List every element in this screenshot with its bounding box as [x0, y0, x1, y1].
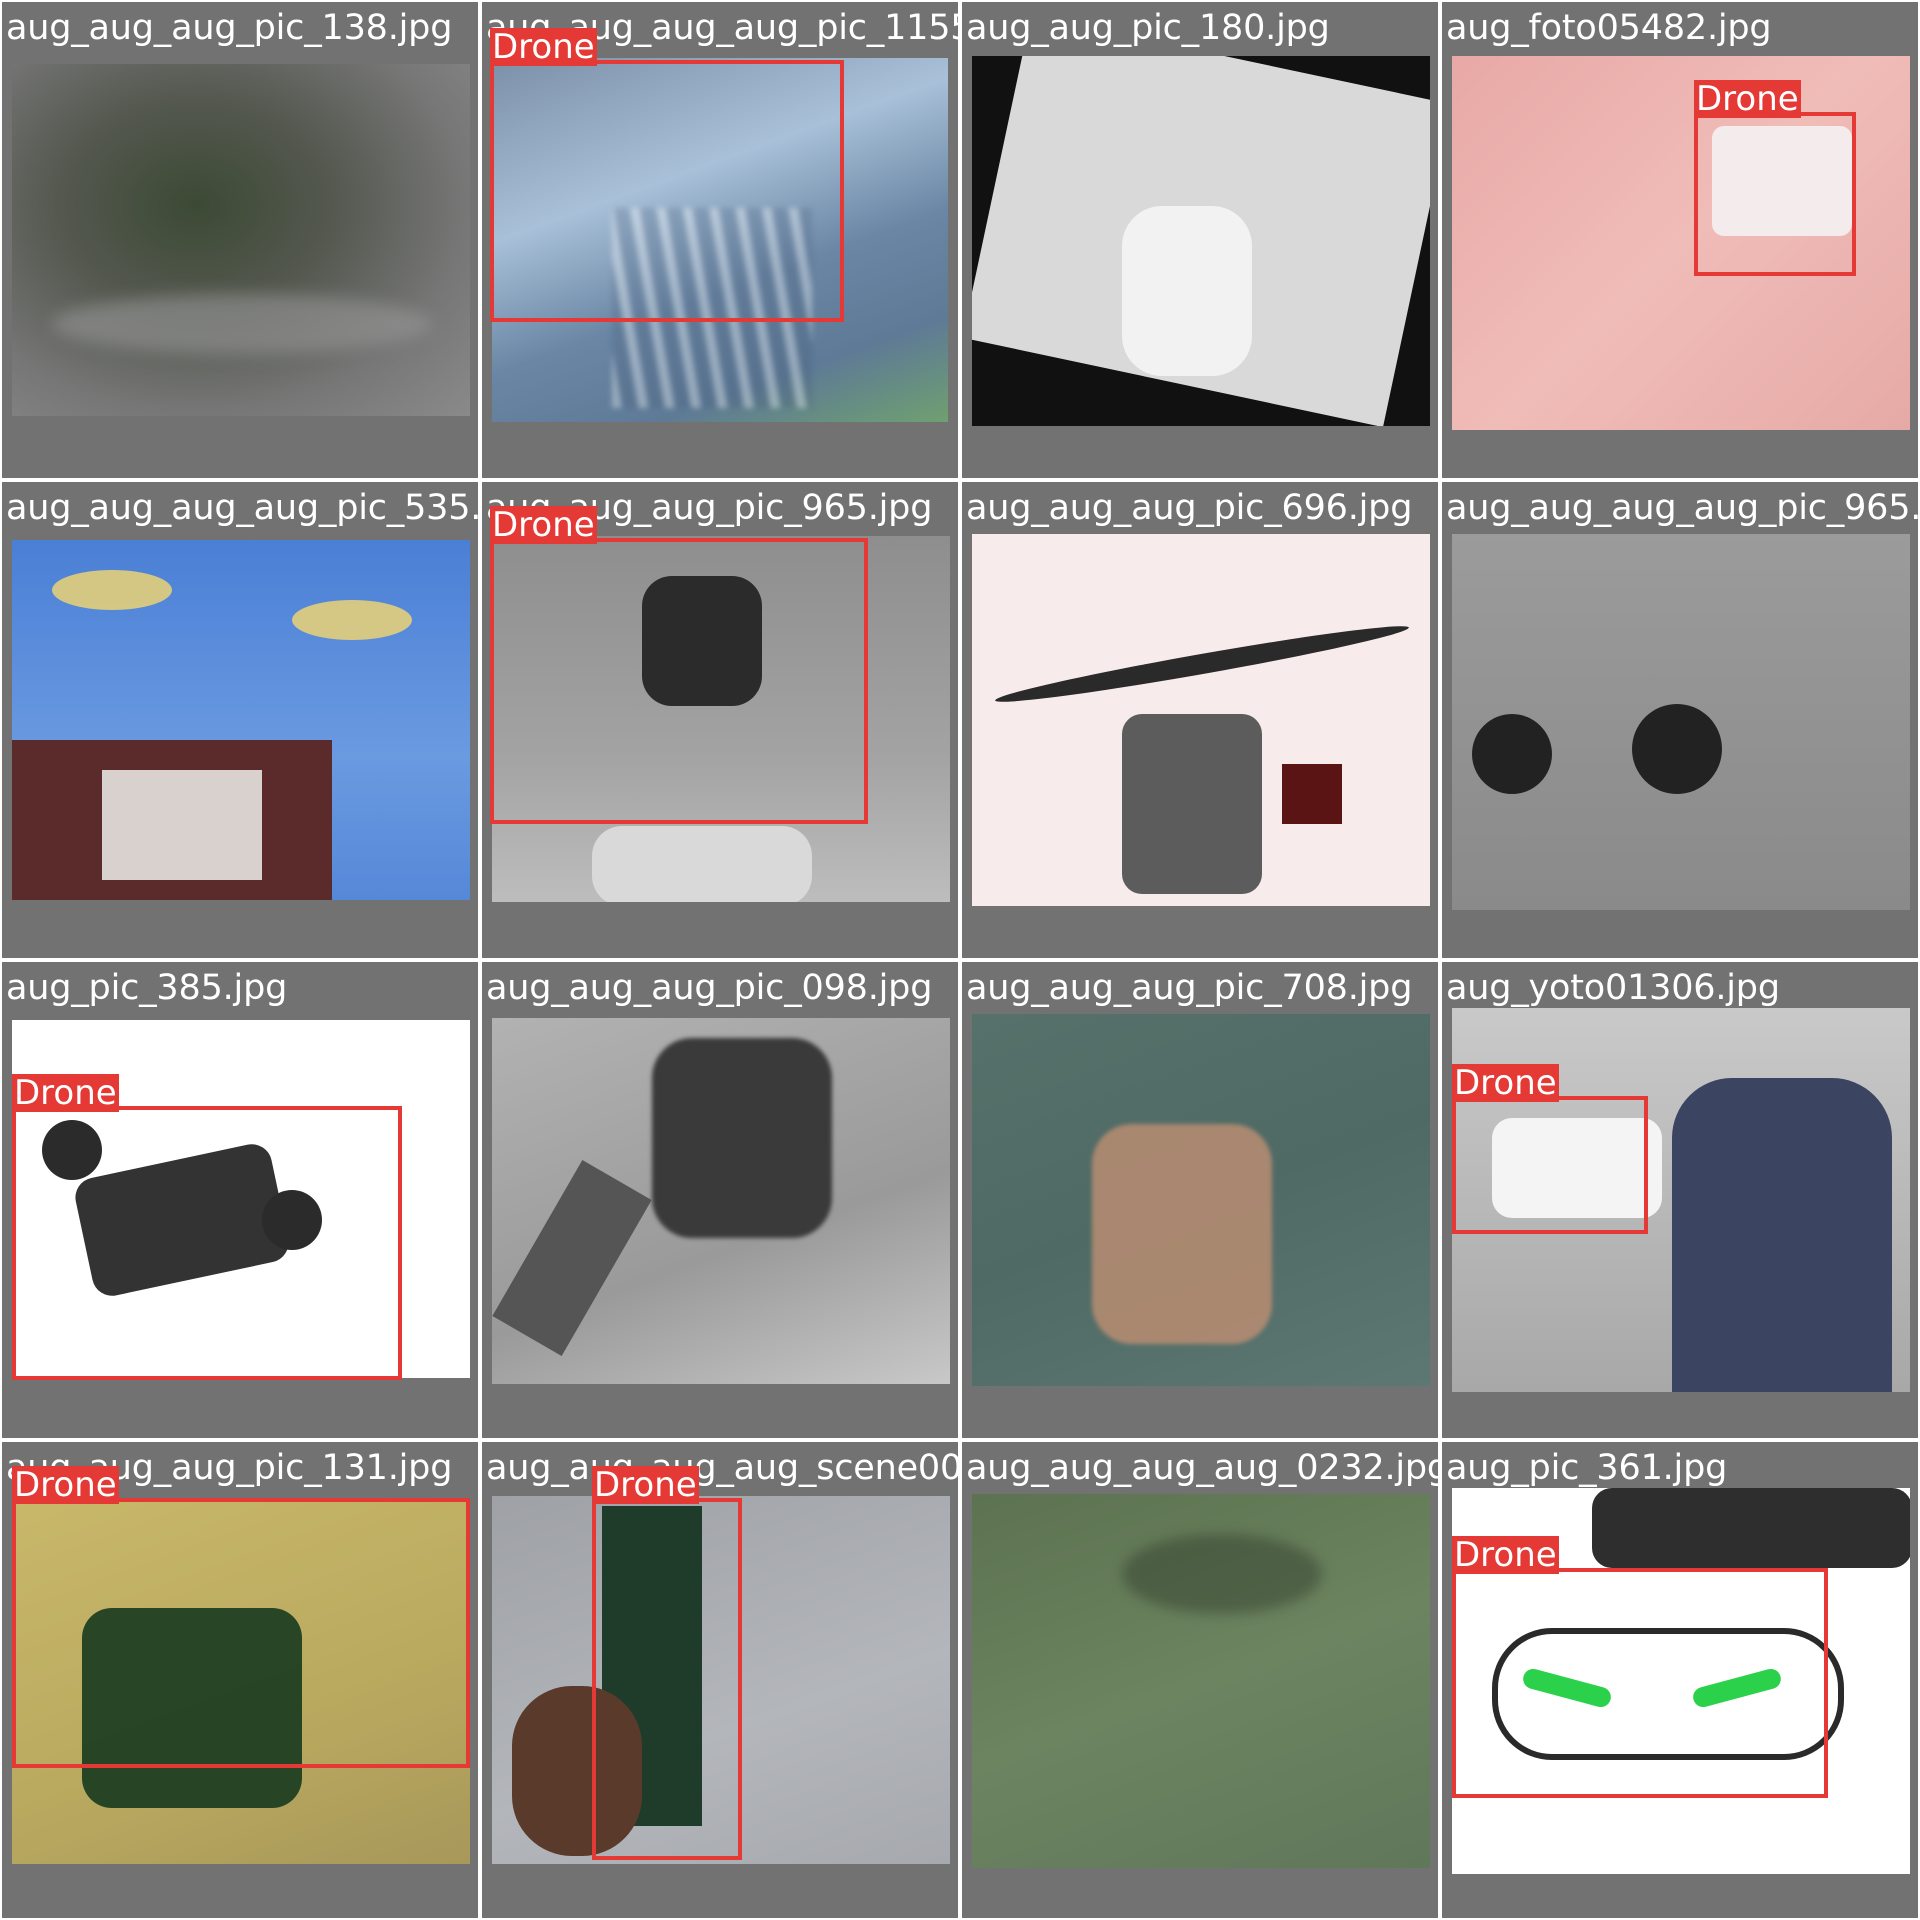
detection-box: Drone: [592, 1466, 742, 1860]
detection-label: Drone: [1694, 79, 1801, 119]
tile-image: [12, 64, 470, 416]
detection-label: Drone: [490, 505, 597, 545]
tile-image: [972, 1494, 1430, 1868]
filename-label: aug_aug_aug_pic_138.jpg: [6, 8, 453, 48]
filename-label: aug_yoto01306.jpg: [1446, 968, 1780, 1008]
filename-label: aug_aug_aug_pic_098.jpg: [486, 968, 933, 1008]
grid-tile[interactable]: aug_aug_aug_aug_0232.jpg: [962, 1442, 1438, 1918]
detection-box: Drone: [1694, 80, 1856, 276]
detection-box: Drone: [12, 1074, 402, 1380]
grid-tile[interactable]: aug_aug_pic_180.jpg: [962, 2, 1438, 478]
detection-label: Drone: [592, 1465, 699, 1505]
detection-box: Drone: [490, 506, 868, 824]
filename-label: aug_aug_aug_aug_0232.jpg: [966, 1448, 1438, 1488]
filename-label: aug_pic_385.jpg: [6, 968, 288, 1008]
filename-label: aug_pic_361.jpg: [1446, 1448, 1728, 1488]
grid-tile[interactable]: Drone aug_aug_aug_aug_scene00601.jpg: [482, 1442, 958, 1918]
filename-label: aug_aug_aug_pic_708.jpg: [966, 968, 1413, 1008]
grid-tile[interactable]: Drone aug_foto05482.jpg: [1442, 2, 1918, 478]
filename-label: aug_aug_aug_aug_pic_965.jpg: [1446, 488, 1918, 528]
grid-tile[interactable]: aug_aug_aug_pic_138.jpg: [2, 2, 478, 478]
grid-tile[interactable]: Drone aug_aug_aug_pic_131.jpg: [2, 1442, 478, 1918]
tile-image: [972, 534, 1430, 906]
filename-label: aug_aug_aug_aug_pic_535.jpg: [6, 488, 478, 528]
filename-label: aug_foto05482.jpg: [1446, 8, 1772, 48]
detection-label: Drone: [1452, 1063, 1559, 1103]
detection-label: Drone: [1452, 1535, 1559, 1575]
detection-box: Drone: [12, 1466, 470, 1768]
image-grid: aug_aug_aug_pic_138.jpg Drone aug_aug_au…: [0, 0, 1920, 1920]
filename-label: aug_aug_pic_180.jpg: [966, 8, 1330, 48]
detection-label: Drone: [490, 27, 597, 67]
grid-tile[interactable]: Drone aug_pic_385.jpg: [2, 962, 478, 1438]
tile-image: [972, 1014, 1430, 1386]
detection-box: Drone: [490, 28, 844, 322]
tile-image: [972, 56, 1430, 426]
tile-image: [492, 1018, 950, 1384]
grid-tile[interactable]: aug_aug_aug_pic_696.jpg: [962, 482, 1438, 958]
detection-box: Drone: [1452, 1064, 1648, 1234]
detection-label: Drone: [12, 1465, 119, 1505]
filename-label: aug_aug_aug_pic_696.jpg: [966, 488, 1413, 528]
grid-tile[interactable]: aug_aug_aug_aug_pic_535.jpg: [2, 482, 478, 958]
grid-tile[interactable]: aug_aug_aug_pic_708.jpg: [962, 962, 1438, 1438]
detection-label: Drone: [12, 1073, 119, 1113]
grid-tile[interactable]: Drone aug_pic_361.jpg: [1442, 1442, 1918, 1918]
grid-tile[interactable]: Drone aug_aug_aug_pic_965.jpg: [482, 482, 958, 958]
grid-tile[interactable]: aug_aug_aug_pic_098.jpg: [482, 962, 958, 1438]
tile-image: [1452, 534, 1910, 910]
grid-tile[interactable]: Drone aug_aug_aug_aug_pic_1155.jpg: [482, 2, 958, 478]
detection-box: Drone: [1452, 1536, 1828, 1798]
grid-tile[interactable]: Drone aug_yoto01306.jpg: [1442, 962, 1918, 1438]
tile-image: [12, 540, 470, 900]
grid-tile[interactable]: aug_aug_aug_aug_pic_965.jpg: [1442, 482, 1918, 958]
filename-label: aug_aug_aug_aug_scene00601.jpg: [486, 1448, 958, 1488]
